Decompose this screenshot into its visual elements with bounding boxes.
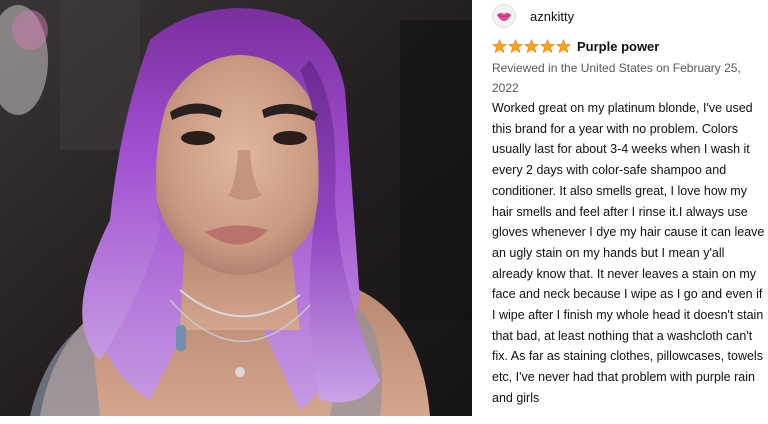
star-icon: [540, 38, 555, 53]
review-title[interactable]: Purple power: [577, 39, 659, 54]
star-icon: [492, 38, 507, 53]
rating-row: Purple power: [492, 37, 659, 55]
review-photo[interactable]: [0, 0, 472, 416]
star-icon: [524, 38, 539, 53]
lips-icon: [492, 4, 516, 28]
review-panel: aznkitty Purple power Reviewed in the Un…: [492, 0, 764, 416]
reviewer-name[interactable]: aznkitty: [530, 9, 574, 24]
star-rating[interactable]: [492, 38, 572, 54]
bottom-margin: [0, 416, 768, 424]
star-icon: [508, 38, 523, 53]
review-date: Reviewed in the United States on Februar…: [492, 61, 741, 95]
review-photo-illustration: [0, 0, 472, 416]
reviewer-profile[interactable]: aznkitty: [492, 4, 574, 28]
review-body: Worked great on my platinum blonde, I've…: [492, 101, 764, 405]
star-icon: [556, 38, 571, 53]
